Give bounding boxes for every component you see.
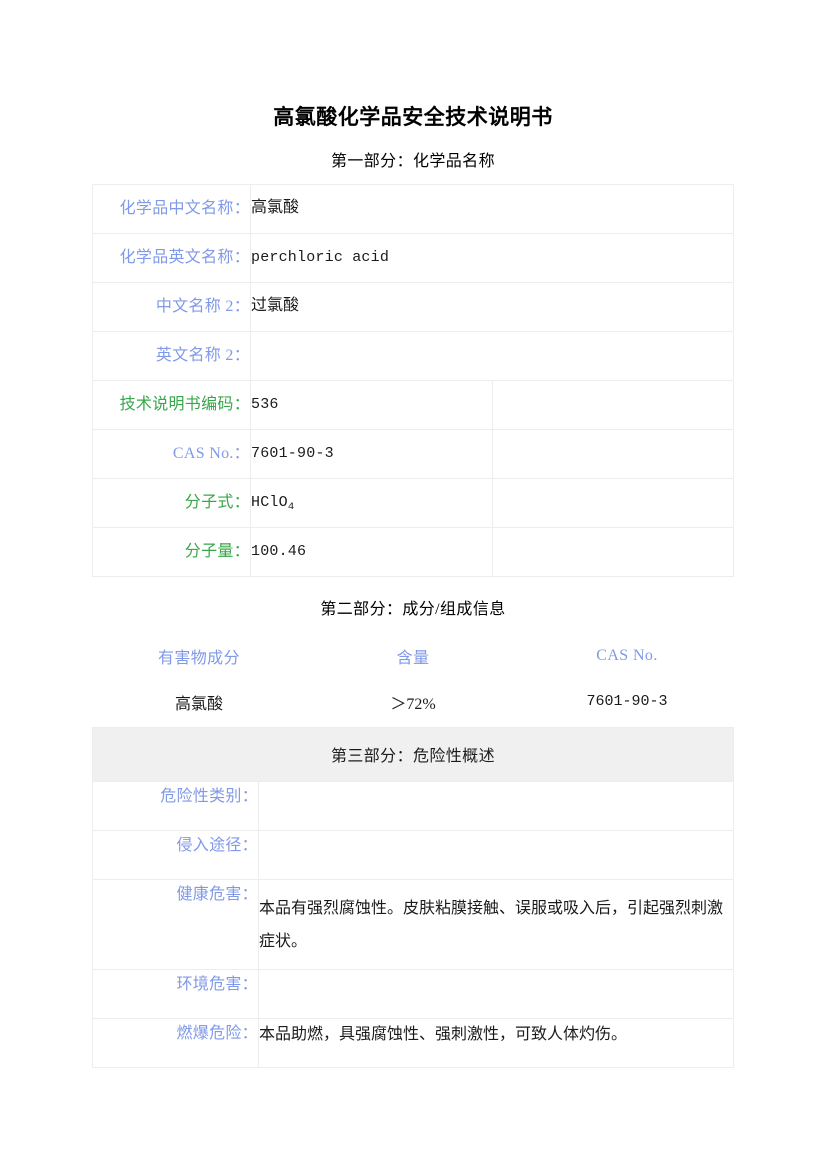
row-value-chinese-name: 高氯酸	[250, 183, 734, 234]
cell-component: 高氯酸	[174, 695, 223, 713]
section-1-caption: 第一部分：化学品名称	[330, 153, 495, 171]
formula-base: HClO	[251, 493, 288, 511]
row-trailing-cell	[491, 526, 734, 577]
document-content: 高氯酸化学品安全技术说明书 第一部分：化学品名称 化学品中文名称： 高氯酸 化学…	[92, 0, 734, 1068]
row-value-invasion-route	[258, 829, 734, 880]
table-row: 危险性类别：	[92, 780, 734, 831]
table-header-row: 有害物成分 含量 CAS No.	[92, 635, 734, 678]
row-label-hazard-category: 危险性类别：	[92, 780, 259, 831]
hazard-table: 危险性类别： 侵入途径： 健康危害： 本品有强烈腐蚀性。皮肤粘膜接触、误服或吸入…	[92, 780, 734, 1068]
row-value-datasheet-code: 536	[250, 379, 493, 430]
table-row: 技术说明书编码： 536	[92, 379, 734, 430]
row-value-molecular-formula: HClO4	[250, 477, 493, 528]
column-header-component: 有害物成分	[157, 649, 240, 667]
column-header-cas-no: CAS No.	[596, 646, 658, 664]
row-label-health-hazard: 健康危害：	[92, 878, 259, 970]
row-value-cas-no: 7601-90-3	[250, 428, 493, 479]
row-label-chinese-name: 化学品中文名称：	[92, 183, 251, 234]
table-row: 英文名称 2：	[92, 330, 734, 381]
document-page: 高氯酸化学品安全技术说明书 第一部分：化学品名称 化学品中文名称： 高氯酸 化学…	[0, 0, 826, 1169]
row-label-english-name: 化学品英文名称：	[92, 232, 251, 283]
table-row: 环境危害：	[92, 968, 734, 1019]
table-row: 化学品英文名称： perchloric acid	[92, 232, 734, 283]
cell-content: ＞72%	[390, 695, 436, 713]
row-label-explosion-hazard: 燃爆危险：	[92, 1017, 259, 1068]
row-trailing-cell	[491, 379, 734, 430]
table-row: 分子量： 100.46	[92, 526, 734, 577]
row-label-chinese-name-2: 中文名称 2：	[92, 281, 251, 332]
cell-cas-no: 7601-90-3	[586, 693, 668, 711]
row-label-environmental-hazard: 环境危害：	[92, 968, 259, 1019]
table-row: 健康危害： 本品有强烈腐蚀性。皮肤粘膜接触、误服或吸入后，引起强烈刺激症状。	[92, 878, 734, 970]
section-3-banner: 第三部分：危险性概述	[92, 726, 734, 782]
row-label-datasheet-code: 技术说明书编码：	[92, 379, 251, 430]
table-row: CAS No.： 7601-90-3	[92, 428, 734, 479]
row-label-invasion-route: 侵入途径：	[92, 829, 259, 880]
chemical-name-table: 化学品中文名称： 高氯酸 化学品英文名称： perchloric acid 中文…	[92, 183, 734, 577]
table-row: 高氯酸 ＞72% 7601-90-3	[92, 678, 734, 727]
row-label-english-name-2: 英文名称 2：	[92, 330, 251, 381]
table-row: 中文名称 2： 过氯酸	[92, 281, 734, 332]
row-label-molecular-weight: 分子量：	[92, 526, 251, 577]
column-header-content: 含量	[396, 649, 430, 667]
row-value-environmental-hazard	[258, 968, 734, 1019]
table-row: 侵入途径：	[92, 829, 734, 880]
row-label-cas-no: CAS No.：	[92, 428, 251, 479]
row-label-molecular-formula: 分子式：	[92, 477, 251, 528]
table-row: 化学品中文名称： 高氯酸	[92, 183, 734, 234]
row-value-english-name: perchloric acid	[250, 232, 734, 283]
row-value-hazard-category	[258, 780, 734, 831]
row-value-molecular-weight: 100.46	[250, 526, 493, 577]
page-title: 高氯酸化学品安全技术说明书	[273, 105, 553, 129]
row-value-health-hazard: 本品有强烈腐蚀性。皮肤粘膜接触、误服或吸入后，引起强烈刺激症状。	[258, 878, 734, 970]
row-value-english-name-2	[250, 330, 734, 381]
table-row: 分子式： HClO4	[92, 477, 734, 528]
composition-table: 有害物成分 含量 CAS No. 高氯酸 ＞72% 7601-90-3	[92, 635, 734, 727]
row-trailing-cell	[491, 428, 734, 479]
formula-subscript: 4	[287, 500, 295, 513]
row-trailing-cell	[491, 477, 734, 528]
table-row: 燃爆危险： 本品助燃，具强腐蚀性、强刺激性，可致人体灼伤。	[92, 1017, 734, 1068]
row-value-chinese-name-2: 过氯酸	[250, 281, 734, 332]
row-value-explosion-hazard: 本品助燃，具强腐蚀性、强刺激性，可致人体灼伤。	[258, 1017, 734, 1068]
section-2-caption: 第二部分：成分/组成信息	[320, 600, 506, 618]
